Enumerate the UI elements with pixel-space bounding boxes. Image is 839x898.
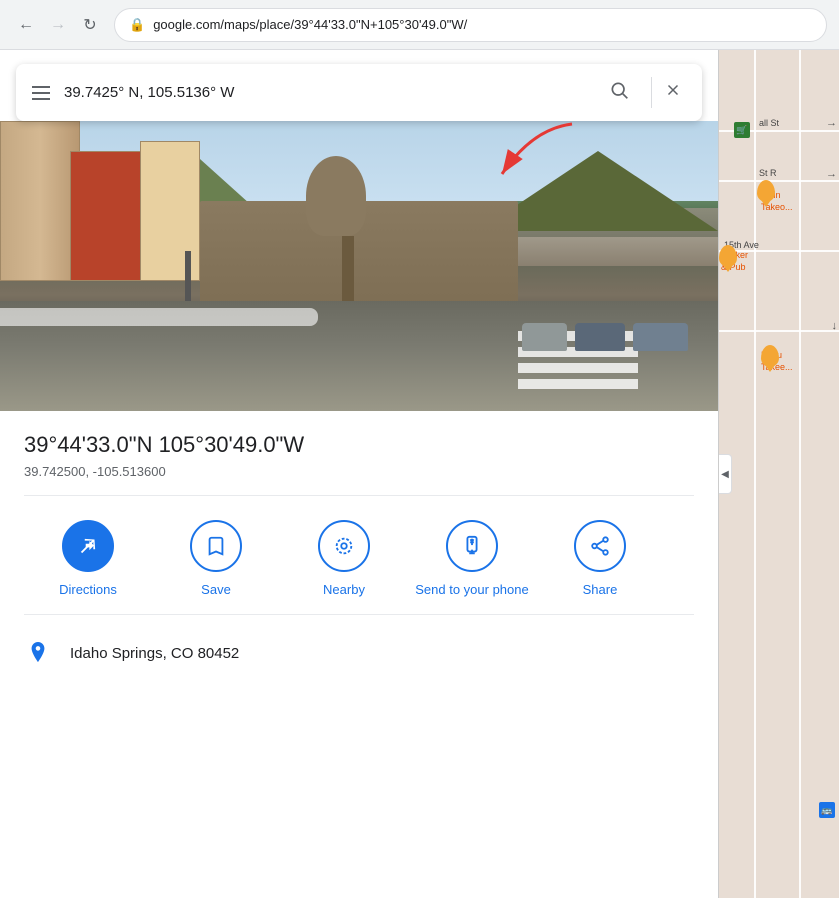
map-pin-2: [719, 245, 737, 267]
url-text: google.com/maps/place/39°44'33.0"N+105°3…: [153, 17, 467, 32]
directions-button[interactable]: Directions: [24, 520, 152, 599]
share-label: Share: [583, 582, 618, 599]
left-panel: 39.7425° N, 105.5136° W: [0, 50, 718, 898]
coordinates-decimal: 39.742500, -105.513600: [24, 464, 694, 479]
divider-1: [24, 495, 694, 496]
nearby-circle: [318, 520, 370, 572]
map-label-str: St R: [759, 168, 777, 178]
save-label: Save: [201, 582, 231, 599]
divider-2: [24, 614, 694, 615]
map-street-h2: [719, 180, 839, 182]
nearby-button[interactable]: Nearby: [280, 520, 408, 599]
hamburger-menu-icon[interactable]: [32, 86, 50, 100]
search-icon[interactable]: [605, 76, 633, 109]
map-pin-3: [761, 345, 779, 367]
coordinates-dms: 39°44'33.0"N 105°30'49.0"W: [24, 431, 694, 460]
action-buttons-row: Directions Save: [24, 512, 694, 611]
info-section: 39°44'33.0"N 105°30'49.0"W 39.742500, -1…: [0, 411, 718, 898]
forward-button[interactable]: →: [44, 11, 72, 39]
reload-button[interactable]: ↻: [76, 11, 104, 39]
nav-buttons: ← → ↻: [12, 11, 104, 39]
browser-chrome: ← → ↻ 🔒 google.com/maps/place/39°44'33.0…: [0, 0, 839, 50]
map-arrow-right: →: [826, 117, 837, 129]
share-circle: [574, 520, 626, 572]
main-container: 39.7425° N, 105.5136° W: [0, 50, 839, 898]
map-street-v2: [799, 50, 801, 898]
map-blue-marker: 🚌: [819, 802, 835, 818]
save-button[interactable]: Save: [152, 520, 280, 599]
map-panel: ◀ → → ↓ all St St R 15th Ave MainTakeo..…: [718, 50, 839, 898]
send-to-phone-label: Send to your phone: [415, 582, 528, 599]
location-address: Idaho Springs, CO 80452: [70, 645, 239, 662]
map-background: [719, 50, 839, 898]
directions-circle: [62, 520, 114, 572]
map-label-allst: all St: [759, 118, 779, 128]
street-view-image: [0, 121, 718, 411]
send-to-phone-button[interactable]: Send to your phone: [408, 520, 536, 599]
location-row: Idaho Springs, CO 80452: [24, 631, 694, 675]
map-street-h4: [719, 330, 839, 332]
save-circle: [190, 520, 242, 572]
search-bar: 39.7425° N, 105.5136° W: [16, 64, 702, 121]
back-button[interactable]: ←: [12, 11, 40, 39]
share-button[interactable]: Share: [536, 520, 664, 599]
map-green-marker: 🛒: [734, 122, 750, 138]
collapse-panel-button[interactable]: ◀: [718, 454, 732, 494]
address-bar[interactable]: 🔒 google.com/maps/place/39°44'33.0"N+105…: [114, 8, 827, 42]
search-query-text: 39.7425° N, 105.5136° W: [64, 84, 591, 101]
send-to-phone-circle: [446, 520, 498, 572]
nearby-label: Nearby: [323, 582, 365, 599]
map-street-v1: [754, 50, 756, 898]
directions-label: Directions: [59, 582, 117, 599]
map-pin-1: [757, 180, 775, 202]
map-arrow-right2: →: [826, 168, 837, 180]
clear-search-icon[interactable]: [651, 77, 686, 108]
map-arrow-down: ↓: [832, 320, 838, 332]
location-pin-icon: [24, 639, 52, 667]
lock-icon: 🔒: [129, 17, 145, 33]
